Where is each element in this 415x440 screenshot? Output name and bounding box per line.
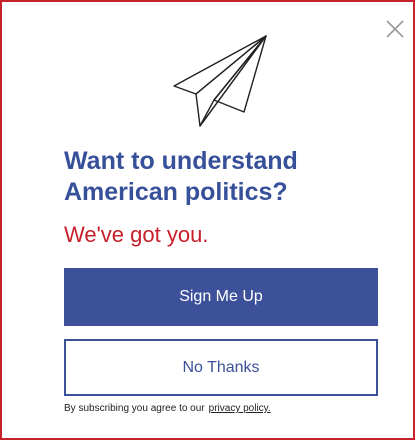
headline-line-2: American politics? bbox=[64, 178, 288, 206]
disclaimer-text: By subscribing you agree to our bbox=[64, 403, 205, 414]
paper-plane-icon bbox=[173, 35, 267, 127]
close-icon[interactable] bbox=[385, 19, 405, 39]
sign-me-up-button[interactable]: Sign Me Up bbox=[64, 268, 378, 326]
privacy-policy-link[interactable]: privacy policy. bbox=[209, 403, 271, 414]
no-thanks-button[interactable]: No Thanks bbox=[64, 339, 378, 396]
newsletter-modal: Want to understand American politics? We… bbox=[0, 0, 415, 440]
disclaimer: By subscribing you agree to our privacy p… bbox=[64, 403, 271, 414]
headline: Want to understand American politics? bbox=[64, 146, 394, 208]
subheadline: We've got you. bbox=[64, 222, 209, 247]
headline-line-1: Want to understand bbox=[64, 147, 298, 175]
